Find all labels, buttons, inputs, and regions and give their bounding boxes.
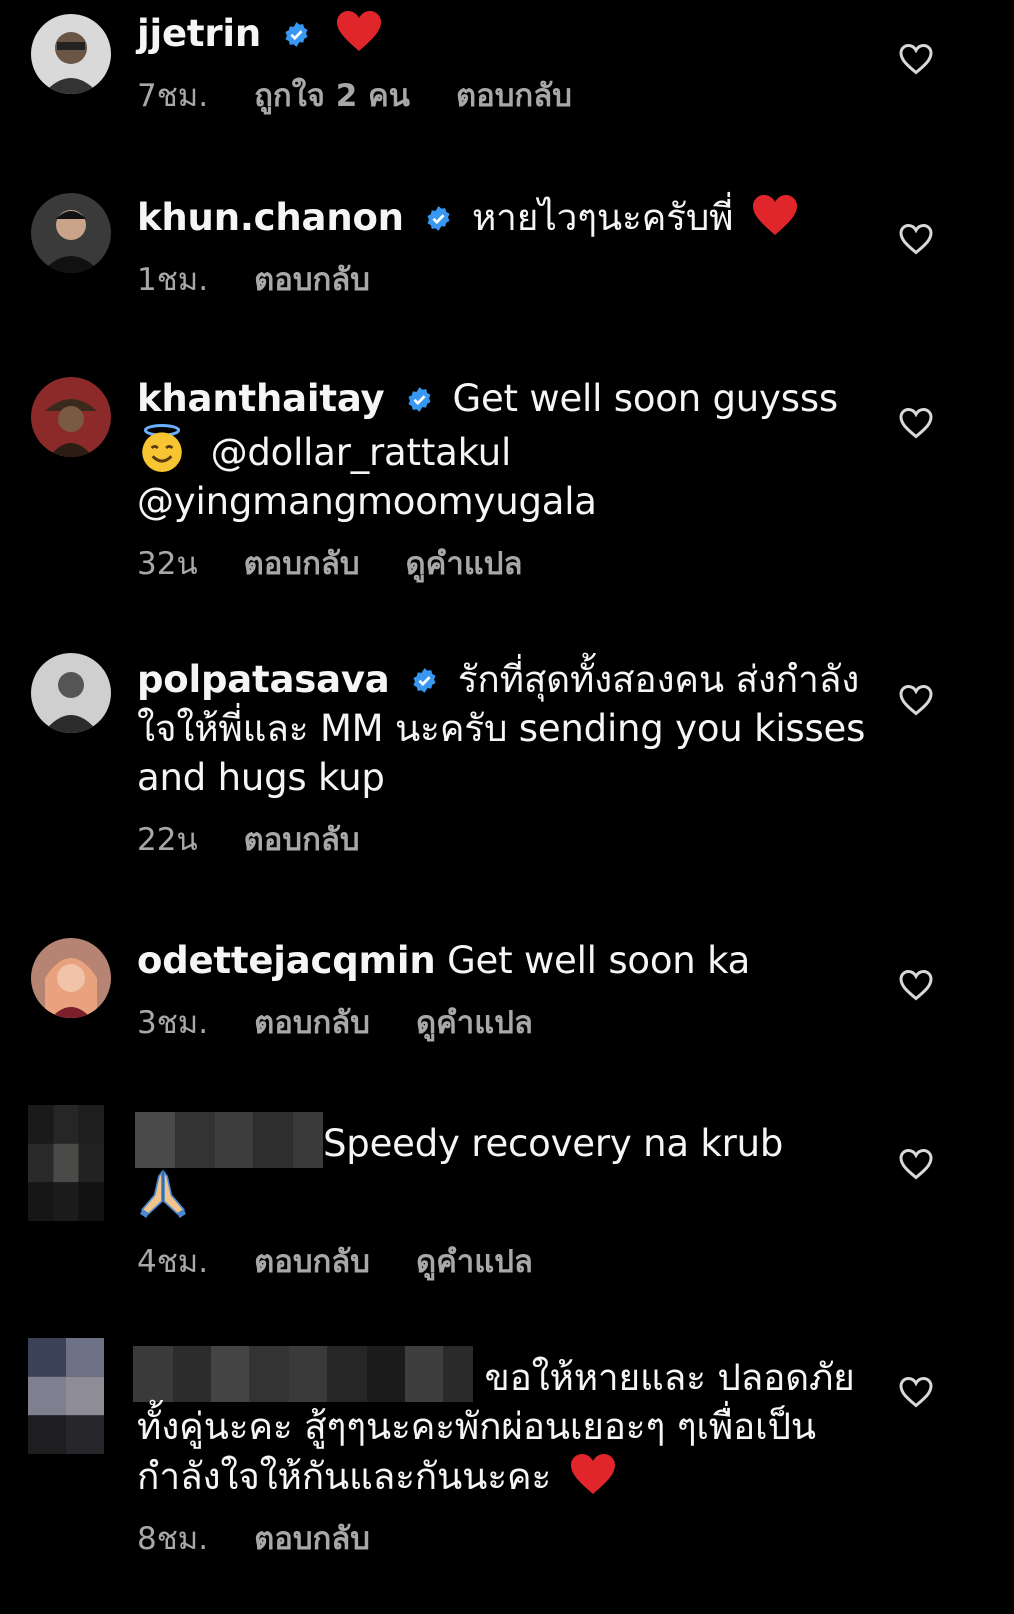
heart-emoji-icon	[337, 11, 382, 51]
comment-text: หายไวๆนะครับพี่	[471, 196, 734, 239]
reply-button[interactable]: ตอบกลับ	[254, 997, 370, 1047]
like-heart-icon[interactable]	[898, 1147, 934, 1181]
avatar[interactable]	[31, 14, 111, 94]
like-heart-icon[interactable]	[898, 968, 934, 1002]
comment-text: Get well soon ka	[447, 939, 751, 982]
mention-link[interactable]: @yingmangmoomyugala	[137, 480, 597, 523]
verified-badge-icon	[413, 668, 436, 693]
reply-button[interactable]: ตอบกลับ	[254, 1513, 370, 1563]
avatar[interactable]	[31, 193, 111, 273]
heart-emoji-icon	[570, 1454, 615, 1494]
comment-time: 8ชม.	[137, 1521, 209, 1557]
see-translation-button[interactable]: ดูคำแปล	[406, 538, 523, 588]
folded-hands-emoji-icon	[140, 1169, 186, 1218]
avatar[interactable]	[31, 377, 111, 457]
username[interactable]: khanthaitay	[137, 377, 385, 420]
avatar[interactable]	[31, 938, 111, 1018]
username[interactable]: polpatasava	[137, 658, 390, 701]
reply-button[interactable]: ตอบกลับ	[254, 254, 370, 304]
comment-time: 4ชม.	[137, 1244, 209, 1280]
like-heart-icon[interactable]	[898, 683, 934, 717]
comment-time: 3ชม.	[137, 1005, 209, 1041]
reply-button[interactable]: ตอบกลับ	[244, 538, 360, 588]
avatar[interactable]	[28, 1105, 104, 1221]
comment-text: Speedy recovery na krub	[323, 1122, 784, 1165]
username[interactable]: odettejacqmin	[137, 939, 436, 982]
see-translation-button[interactable]: ดูคำแปล	[416, 1236, 533, 1286]
like-heart-icon[interactable]	[898, 42, 934, 76]
heart-emoji-icon	[752, 195, 797, 235]
mention-link[interactable]: @dollar_rattakul	[211, 431, 512, 474]
avatar[interactable]	[28, 1338, 104, 1454]
comment-text: Get well soon guysss	[452, 377, 839, 420]
smiling-face-with-halo-emoji-icon	[142, 424, 182, 472]
reply-button[interactable]: ตอบกลับ	[254, 1236, 370, 1286]
verified-badge-icon	[408, 387, 431, 412]
redacted-username[interactable]	[133, 1346, 473, 1402]
like-heart-icon[interactable]	[898, 222, 934, 256]
verified-badge-icon	[427, 206, 450, 231]
verified-badge-icon	[285, 22, 308, 47]
like-heart-icon[interactable]	[898, 406, 934, 440]
reply-button[interactable]: ตอบกลับ	[456, 70, 572, 120]
comment-time: 32น	[137, 546, 198, 582]
see-translation-button[interactable]: ดูคำแปล	[416, 997, 533, 1047]
reply-button[interactable]: ตอบกลับ	[244, 814, 360, 864]
like-heart-icon[interactable]	[898, 1375, 934, 1409]
likes-count-link[interactable]: ถูกใจ 2 คน	[254, 70, 410, 120]
comment-time: 22น	[137, 822, 198, 858]
comment-time: 7ชม.	[137, 78, 209, 114]
username[interactable]: jjetrin	[137, 12, 261, 55]
comment-time: 1ชม.	[137, 262, 209, 298]
username[interactable]: khun.chanon	[137, 196, 404, 239]
redacted-username[interactable]	[135, 1112, 323, 1168]
avatar[interactable]	[31, 653, 111, 733]
